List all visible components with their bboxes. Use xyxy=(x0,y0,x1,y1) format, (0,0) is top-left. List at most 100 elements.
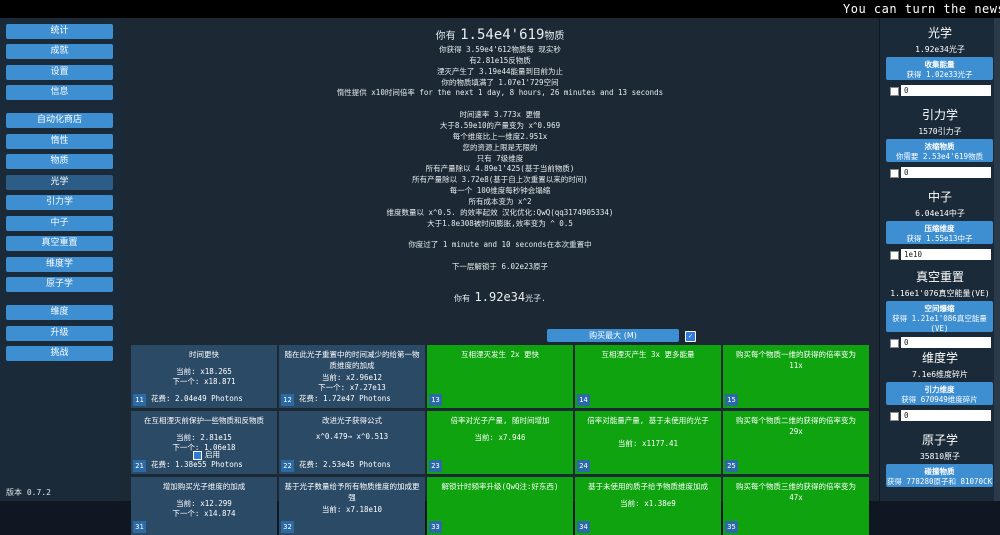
upgrade-card-21[interactable]: 在互相湮灭前保护一些物质和反物质 当前: 2.81e15 下一个: 1.06e18 启… xyxy=(131,411,277,474)
stat-line: 你获得 3.59e4'612物质每 现实秒 xyxy=(439,45,561,54)
reset-button-title: 浓缩物质 xyxy=(924,142,955,151)
nav-atomics[interactable]: 原子学 xyxy=(6,277,113,292)
nav-achievements[interactable]: 成就 xyxy=(6,44,113,59)
dimensionics-auto-input[interactable]: 0 xyxy=(901,410,991,421)
upgrade-card-25[interactable]: 购买每个物质二维的获得的倍率变为 29x 25 xyxy=(723,411,869,474)
upgrade-title: 基于光子数量给予所有物质维度的加成更强 xyxy=(284,482,420,502)
nav-upgrades[interactable]: 升级 xyxy=(6,326,113,341)
buy-max-checkbox[interactable]: ✓ xyxy=(685,331,696,342)
nav-gravitonics[interactable]: 引力学 xyxy=(6,195,113,210)
upgrade-cost: 花费: 1.72e47 Photons xyxy=(299,394,391,403)
toggle-label: 启用 xyxy=(205,450,220,459)
upgrade-current: x^0.479→ x^0.513 xyxy=(315,432,389,441)
upgrade-card-22[interactable]: 改进光子获得公式 x^0.479→ x^0.513 22 花费: 2.53e45 Ph… xyxy=(279,411,425,474)
neutrons-amount: 6.04e14中子 xyxy=(915,209,965,218)
nav-challenges[interactable]: 挑战 xyxy=(6,346,113,361)
nav-photonics[interactable]: 光学 xyxy=(6,175,113,190)
upgrade-card-15[interactable]: 购买每个物质一维的获得的倍率变为 11x 15 xyxy=(723,345,869,408)
atomics-heading: 原子学 xyxy=(921,433,958,447)
gravitonics-reset-button[interactable]: 浓缩物质 你需要 2.53e4'619物质 xyxy=(886,139,993,162)
reset-button-gain: 获得 778280原子和 81070CK xyxy=(886,477,993,486)
vacuum-auto-input[interactable]: 0 xyxy=(901,337,991,348)
stat-line: 大于8.59e10的产量变为 x^0.969 xyxy=(439,120,561,130)
matter-prefix: 你有 xyxy=(435,31,456,42)
upgrade-title: 购买每个物质二维的获得的倍率变为 29x xyxy=(736,416,856,436)
left-sidebar: 统计 成就 设置 信息 自动化商店 惰性 物质 光学 引力学 中子 真空重置 维… xyxy=(0,18,121,501)
upgrade-current: 当前: x1.38e9 xyxy=(620,499,676,508)
nav-inertia[interactable]: 惰性 xyxy=(6,134,113,149)
upgrade-number: 12 xyxy=(281,394,294,406)
upgrade-title: 时间更快 xyxy=(189,350,219,359)
upgrade-title: 改进光子获得公式 xyxy=(322,416,382,425)
photon-value: 1.92e34 xyxy=(474,290,526,304)
neutrons-auto-input[interactable]: 1e10 xyxy=(901,249,991,260)
upgrade-card-31[interactable]: 增加购买光子维度的加成 当前: x12.299 下一个: x14.874 31 xyxy=(131,477,277,535)
reset-button-gain: 获得 1.02e33光子 xyxy=(906,70,973,79)
stat-line: 你度过了 1 minute and 10 seconds在本次重置中 xyxy=(408,240,592,250)
stat-line: 所有产量除以 3.72e8(基于自上次重置以来的时间) xyxy=(412,175,588,185)
upgrade-number: 31 xyxy=(133,521,146,533)
stat-line: 湮灭产生了 3.19e44能量到目前为止 xyxy=(436,66,564,76)
nav-neutrons[interactable]: 中子 xyxy=(6,216,113,231)
reset-button-gain: 获得 1.21e1'086真空能量(VE) xyxy=(892,314,987,333)
nav-settings[interactable]: 设置 xyxy=(6,65,113,80)
nav-vacuum-reset[interactable]: 真空重置 xyxy=(6,236,113,251)
upgrade-card-35[interactable]: 购买每个物质三维的获得的倍率变为 47x 35 xyxy=(723,477,869,535)
nav-dimensions[interactable]: 维度 xyxy=(6,305,113,320)
gravitonics-auto-input[interactable]: 0 xyxy=(901,167,991,178)
upgrade-card-24[interactable]: 倍率对能量产量, 基于未使用的光子 当前: x1177.41 24 xyxy=(575,411,721,474)
upgrade-title: 购买每个物质三维的获得的倍率变为 47x xyxy=(736,482,856,502)
neutrons-reset-button[interactable]: 压缩维度 获得 1.55e13中子 xyxy=(886,221,993,244)
photonics-auto-checkbox[interactable] xyxy=(890,87,899,96)
upgrade-card-13[interactable]: 互相湮灭发生 2x 更快 13 xyxy=(427,345,573,408)
gravitonics-auto-checkbox[interactable] xyxy=(890,169,899,178)
upgrade-number: 13 xyxy=(429,394,442,406)
upgrade-current: 当前: x7.946 xyxy=(474,433,526,442)
dimensionics-reset-button[interactable]: 引力维度 获得 670949维度碎片 xyxy=(886,382,993,405)
upgrade-number: 21 xyxy=(133,460,146,472)
upgrade-card-12[interactable]: 随在此光子重置中的时间减少的给第一物质维度的加成 当前: x2.96e12 下一个:… xyxy=(279,345,425,408)
upgrade-card-11[interactable]: 时间更快 当前: x18.265 下一个: x18.871 11 花费: 2.04e49… xyxy=(131,345,277,408)
nav-statistics[interactable]: 统计 xyxy=(6,24,113,39)
upgrade-number: 14 xyxy=(577,394,590,406)
neutrons-heading: 中子 xyxy=(927,190,952,204)
upgrade-number: 34 xyxy=(577,521,590,533)
upgrade-card-34[interactable]: 基于未使用的质子给予物质维度加成 当前: x1.38e9 34 xyxy=(575,477,721,535)
upgrade-title: 增加购买光子维度的加成 xyxy=(162,482,246,491)
upgrade-card-23[interactable]: 倍率对光子产量, 随时间增加 当前: x7.946 23 xyxy=(427,411,573,474)
upgrade-title: 解锁计时频率升级(QwQ注:好东西) xyxy=(441,482,559,491)
upgrade-cost: 花费: 1.38e55 Photons xyxy=(151,460,243,469)
stat-line: 时间速率 3.773x 更慢 xyxy=(459,110,541,120)
upgrade-current: 当前: x7.18e10 xyxy=(321,505,383,514)
scrollbar[interactable] xyxy=(994,18,1000,501)
upgrade-title: 基于未使用的质子给予物质维度加成 xyxy=(588,482,708,491)
upgrade-card-32[interactable]: 基于光子数量给予所有物质维度的加成更强当前: x7.18e10 32 xyxy=(279,477,425,535)
dimensionics-amount: 7.1e6维度碎片 xyxy=(911,370,969,379)
atomics-reset-button[interactable]: 碰撞物质 获得 778280原子和 81070CK xyxy=(886,464,993,487)
upgrade-number: 32 xyxy=(281,521,294,533)
upgrade-title: 购买每个物质一维的获得的倍率变为 11x xyxy=(736,350,856,370)
right-sidebar: 光学 1.92e34光子 收集能量 获得 1.02e33光子 0 引力学 1570引力子 浓缩… xyxy=(880,18,1000,501)
buy-max-button[interactable]: 购买最大 (M) xyxy=(547,329,679,342)
nav-matter[interactable]: 物质 xyxy=(6,154,113,169)
vacuum-auto-checkbox[interactable] xyxy=(890,339,899,348)
upgrade-cost: 花费: 2.53e45 Photons xyxy=(299,460,391,469)
version-label: 版本 0.7.2 xyxy=(6,488,51,497)
upgrade-card-14[interactable]: 互相湮灭产生 3x 更多能量 14 xyxy=(575,345,721,408)
dimensionics-auto-checkbox[interactable] xyxy=(890,412,899,421)
nav-dimensionics[interactable]: 维度学 xyxy=(6,257,113,272)
vacuum-reset-button[interactable]: 空间爆缩 获得 1.21e1'086真空能量(VE) xyxy=(886,301,993,333)
upgrade-number: 33 xyxy=(429,521,442,533)
reset-button-gain: 你需要 2.53e4'619物质 xyxy=(895,152,984,161)
photonics-auto-input[interactable]: 0 xyxy=(901,85,991,96)
nav-automation-shop[interactable]: 自动化商店 xyxy=(6,113,113,128)
nav-info[interactable]: 信息 xyxy=(6,85,113,100)
upgrade-number: 23 xyxy=(429,460,442,472)
gravitonics-heading: 引力学 xyxy=(921,108,958,122)
upgrade-title: 倍率对光子产量, 随时间增加 xyxy=(450,416,550,425)
reset-button-title: 压缩维度 xyxy=(924,224,955,233)
photonics-reset-button[interactable]: 收集能量 获得 1.02e33光子 xyxy=(886,57,993,80)
neutrons-auto-checkbox[interactable] xyxy=(890,251,899,260)
upgrade-card-33[interactable]: 解锁计时频率升级(QwQ注:好东西) 33 xyxy=(427,477,573,535)
photonics-heading: 光学 xyxy=(927,26,952,40)
